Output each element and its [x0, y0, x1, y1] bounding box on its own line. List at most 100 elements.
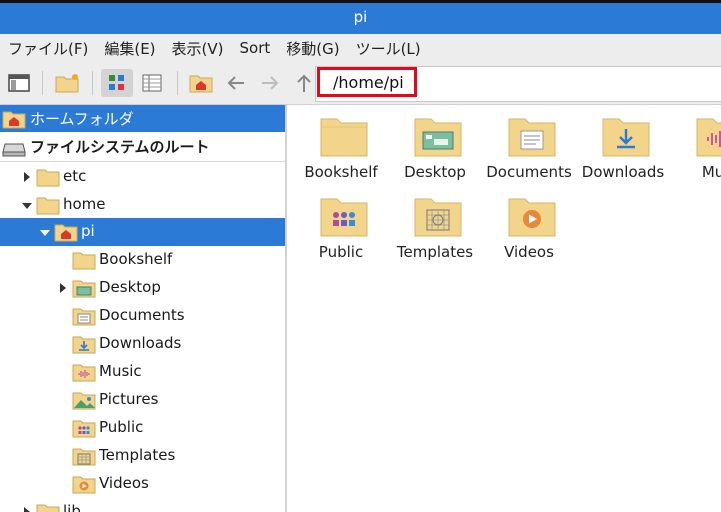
folder-icon: [36, 197, 60, 215]
place-filesystem-root[interactable]: ファイルシステムのルート: [0, 133, 285, 160]
tree-item-videos[interactable]: Videos: [0, 470, 285, 498]
file-item-music[interactable]: Mus: [670, 105, 721, 185]
home-icon: [2, 111, 26, 128]
file-view: Bookshelf Desktop Documents Downloads Mu…: [287, 105, 721, 512]
tree-item-downloads[interactable]: Downloads: [0, 330, 285, 358]
place-label: ホームフォルダ: [30, 110, 134, 128]
tree-label: lib: [63, 502, 81, 512]
downloads-folder-icon: [72, 336, 96, 354]
sidebar: ホームフォルダ ファイルシステムのルート etc home pi Bookshe…: [0, 105, 285, 512]
home-folder-icon: [54, 224, 78, 242]
collapse-arrow-icon[interactable]: [22, 203, 32, 209]
desktop-folder-icon: [414, 118, 462, 157]
list-view-button[interactable]: [137, 69, 167, 97]
new-folder-icon: [55, 74, 79, 93]
templates-folder-icon: [414, 198, 462, 237]
title-bar: pi: [0, 0, 721, 34]
tree-label: Videos: [99, 474, 149, 492]
toolbar-separator: [42, 71, 43, 95]
file-label: Bookshelf: [304, 163, 378, 181]
tree-item-documents[interactable]: Documents: [0, 302, 285, 330]
tree-item-desktop[interactable]: Desktop: [0, 274, 285, 302]
list-view-icon: [142, 74, 162, 92]
folder-icon: [320, 118, 368, 157]
videos-folder-icon: [508, 198, 556, 237]
file-label: Documents: [486, 163, 572, 181]
up-button[interactable]: [292, 69, 316, 97]
collapse-arrow-icon[interactable]: [40, 230, 50, 236]
downloads-folder-icon: [602, 118, 650, 157]
folder-icon: [36, 169, 60, 187]
home-button[interactable]: [187, 69, 215, 97]
public-folder-icon: [72, 420, 96, 438]
tree-label: Templates: [99, 446, 176, 464]
file-item-public[interactable]: Public: [294, 185, 388, 265]
file-label: Desktop: [404, 163, 466, 181]
window-title: pi: [353, 8, 368, 26]
expand-arrow-icon[interactable]: [24, 507, 30, 512]
file-item-videos[interactable]: Videos: [482, 185, 576, 265]
icon-view-button[interactable]: [101, 69, 133, 97]
tree-item-templates[interactable]: Templates: [0, 442, 285, 470]
documents-folder-icon: [72, 308, 96, 326]
back-arrow-icon: [227, 76, 244, 90]
tree-label: home: [63, 195, 106, 213]
file-item-documents[interactable]: Documents: [482, 105, 576, 185]
tree-label: pi: [81, 222, 95, 240]
tree-item-home[interactable]: home: [0, 191, 285, 219]
tree-label: Bookshelf: [99, 250, 173, 268]
documents-folder-icon: [508, 118, 556, 157]
tree-item-lib[interactable]: lib: [0, 498, 285, 512]
menu-tools[interactable]: ツール(L): [348, 38, 429, 59]
tree-label: Music: [99, 362, 142, 380]
file-label: Templates: [396, 243, 474, 261]
public-folder-icon: [320, 198, 368, 237]
menu-go[interactable]: 移動(G): [278, 38, 347, 59]
top-edge: [0, 0, 721, 3]
tree-item-bookshelf[interactable]: Bookshelf: [0, 246, 285, 274]
file-item-downloads[interactable]: Downloads: [576, 105, 670, 185]
tree-item-etc[interactable]: etc: [0, 163, 285, 191]
expand-arrow-icon[interactable]: [60, 283, 66, 293]
menu-edit[interactable]: 編集(E): [96, 38, 163, 59]
file-label: Public: [318, 243, 364, 261]
desktop-folder-icon: [72, 280, 96, 298]
home-folder-icon: [189, 75, 213, 93]
forward-arrow-icon: [262, 76, 279, 90]
new-window-button[interactable]: [4, 69, 34, 97]
tree-item-public[interactable]: Public: [0, 414, 285, 442]
file-item-bookshelf[interactable]: Bookshelf: [294, 105, 388, 185]
back-button[interactable]: [222, 69, 250, 97]
file-label: Downloads: [581, 163, 665, 181]
new-folder-button[interactable]: [52, 69, 82, 97]
file-label: Mus: [701, 163, 721, 181]
file-label: Videos: [504, 243, 554, 261]
tree-item-pictures[interactable]: Pictures: [0, 386, 285, 414]
menu-file[interactable]: ファイル(F): [0, 38, 96, 59]
place-home-folder[interactable]: ホームフォルダ: [0, 105, 285, 132]
forward-button[interactable]: [256, 69, 284, 97]
tree-item-music[interactable]: Music: [0, 358, 285, 386]
tree-label: Desktop: [99, 278, 161, 296]
toolbar-separator: [92, 71, 93, 95]
expand-arrow-icon[interactable]: [24, 172, 30, 182]
sidebar-divider: [0, 161, 285, 162]
toolbar-separator: [177, 71, 178, 95]
folder-icon: [36, 504, 60, 512]
menu-view[interactable]: 表示(V): [164, 38, 232, 59]
file-item-templates[interactable]: Templates: [388, 185, 482, 265]
menu-bar: ファイル(F) 編集(E) 表示(V) Sort 移動(G) ツール(L): [0, 34, 721, 62]
menu-sort[interactable]: Sort: [232, 39, 279, 57]
tree-label: Public: [99, 418, 144, 436]
tree-label: Downloads: [99, 334, 182, 352]
templates-folder-icon: [72, 448, 96, 466]
new-window-icon: [8, 74, 30, 92]
tree-item-pi[interactable]: pi: [0, 218, 285, 246]
music-folder-icon: [72, 364, 96, 382]
tree-label: Documents: [99, 306, 185, 324]
tree-label: Pictures: [99, 390, 159, 408]
file-item-desktop[interactable]: Desktop: [388, 105, 482, 185]
icon-view-icon: [109, 75, 124, 90]
place-label: ファイルシステムのルート: [30, 138, 210, 156]
up-arrow-icon: [297, 74, 311, 92]
